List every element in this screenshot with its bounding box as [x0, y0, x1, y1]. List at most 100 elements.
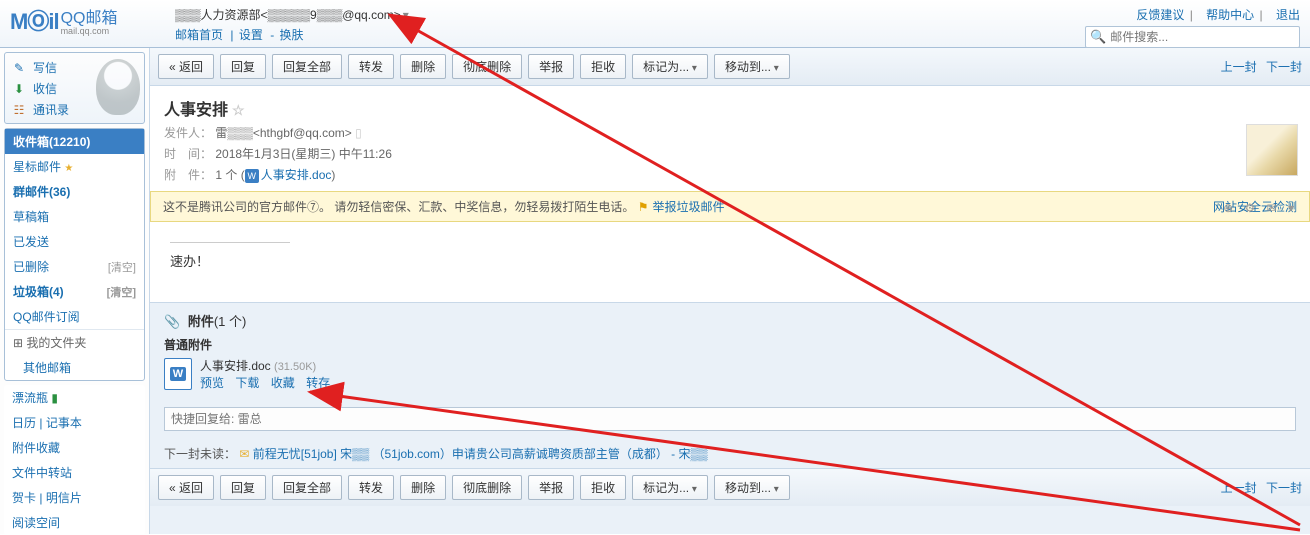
- next-unread-subject[interactable]: 前程无忧[51job] 宋▒▒ （51job.com）申请贵公司高薪诚聘资质部主…: [253, 447, 708, 461]
- extra-calendar-notes[interactable]: 日历 | 记事本: [4, 410, 145, 435]
- warning-bar: 这不是腾讯公司的官方邮件⑦。 请勿轻信密保、汇款、中奖信息，勿轻易拨打陌生电话。…: [150, 191, 1310, 222]
- nav-skin[interactable]: 换肤: [280, 28, 304, 42]
- folder-group[interactable]: 群邮件(36): [5, 179, 144, 204]
- attachment-section: 📎 附件(1 个) 普通附件 W 人事安排.doc (31.50K) 预览 下载…: [150, 302, 1310, 399]
- search-box[interactable]: 🔍: [1085, 26, 1300, 48]
- sidebar: ✎ 写信 ⬇ 收信 ☷ 通讯录 收件箱(12210) 星标邮件 ★ 群邮件(36…: [0, 48, 150, 534]
- star-icon: ★: [64, 163, 73, 174]
- contacts-icon: ☷: [11, 102, 27, 118]
- delete-button-bottom[interactable]: 删除: [400, 475, 446, 500]
- extra-read-space[interactable]: 阅读空间: [4, 510, 145, 535]
- extra-drift[interactable]: 漂流瓶 ▮: [4, 385, 145, 410]
- move-dropdown[interactable]: 移动到...: [714, 54, 790, 79]
- bottle-icon: ▮: [51, 391, 58, 405]
- mail-subject: 人事安排☆: [164, 96, 1296, 120]
- nav-settings[interactable]: 设置: [239, 28, 263, 42]
- back-button-bottom[interactable]: « 返回: [158, 475, 214, 500]
- mail-body: 速办！: [150, 222, 1310, 302]
- logo-domain: mail.qq.com: [61, 26, 118, 36]
- attachment-subtitle: 普通附件: [164, 336, 1296, 353]
- chevron-down-icon: ▾: [403, 8, 409, 22]
- delete-perm-button[interactable]: 彻底删除: [452, 54, 522, 79]
- reply-all-button-bottom[interactable]: 回复全部: [272, 475, 342, 500]
- attachment-file: W 人事安排.doc (31.50K) 预览 下载 收藏 转存: [164, 357, 1296, 391]
- nav-home[interactable]: 邮箱首页: [175, 28, 223, 42]
- extra-attach-fav[interactable]: 附件收藏: [4, 435, 145, 460]
- header-nav: 邮箱首页 | 设置 - 换肤: [175, 26, 306, 43]
- folder-deleted[interactable]: 已删除[清空]: [5, 254, 144, 279]
- forward-button[interactable]: 转发: [348, 54, 394, 79]
- move-dropdown-bottom[interactable]: 移动到...: [714, 475, 790, 500]
- extra-file-transfer[interactable]: 文件中转站: [4, 460, 145, 485]
- next-unread-hint[interactable]: 下一封未读： ✉ 前程无忧[51job] 宋▒▒ （51job.com）申请贵公…: [150, 439, 1310, 468]
- clear-deleted[interactable]: [清空]: [108, 259, 136, 275]
- mail-tools[interactable]: ⊕ ⚙ ✉ ▾: [1223, 201, 1298, 215]
- folder-inbox[interactable]: 收件箱(12210): [5, 129, 144, 154]
- star-toggle[interactable]: ☆: [232, 102, 245, 118]
- clear-trash[interactable]: [清空]: [107, 284, 136, 300]
- header-right-links: 反馈建议 | 帮助中心 | 退出: [1128, 6, 1300, 23]
- next-mail-bottom[interactable]: 下一封: [1266, 481, 1302, 495]
- mark-dropdown[interactable]: 标记为...: [632, 54, 708, 79]
- mail-content: « 返回 回复 回复全部 转发 删除 彻底删除 举报 拒收 标记为... 移动到…: [150, 48, 1310, 534]
- attach-favorite[interactable]: 收藏: [271, 376, 295, 390]
- reject-button-bottom[interactable]: 拒收: [580, 475, 626, 500]
- back-button[interactable]: « 返回: [158, 54, 214, 79]
- mail-sender: 雷▒▒▒<hthgbf@qq.com>: [215, 126, 351, 140]
- reply-button[interactable]: 回复: [220, 54, 266, 79]
- inline-attachment-link[interactable]: 人事安排.doc: [261, 168, 332, 182]
- delete-button[interactable]: 删除: [400, 54, 446, 79]
- word-icon: W: [245, 169, 259, 183]
- delete-perm-button-bottom[interactable]: 彻底删除: [452, 475, 522, 500]
- folder-draft[interactable]: 草稿箱: [5, 204, 144, 229]
- receive-icon: ⬇: [11, 81, 27, 97]
- attach-filesize: (31.50K): [274, 361, 316, 373]
- logo-cn: QQ邮箱: [61, 10, 118, 27]
- logo-mark: MⓄil: [10, 4, 59, 36]
- folder-subscription[interactable]: QQ邮件订阅: [5, 304, 144, 329]
- mail-header: 人事安排☆ 发件人： 雷▒▒▒<hthgbf@qq.com> ▯ 时 间： 20…: [150, 86, 1310, 191]
- search-icon: 🔍: [1090, 29, 1106, 45]
- sidebar-actions: ✎ 写信 ⬇ 收信 ☷ 通讯录: [4, 52, 145, 124]
- mail-time-row: 时 间： 2018年1月3日(星期三) 中午11:26: [164, 145, 1296, 162]
- link-logout[interactable]: 退出: [1276, 8, 1300, 22]
- doc-file-icon: W: [164, 358, 192, 390]
- folder-sent[interactable]: 已发送: [5, 229, 144, 254]
- forward-button-bottom[interactable]: 转发: [348, 475, 394, 500]
- link-help[interactable]: 帮助中心: [1206, 8, 1254, 22]
- reply-all-button[interactable]: 回复全部: [272, 54, 342, 79]
- report-button[interactable]: 举报: [528, 54, 574, 79]
- envelope-icon: ✉: [239, 447, 249, 461]
- folder-trash[interactable]: 垃圾箱(4)[清空]: [5, 279, 144, 304]
- folder-other-mail[interactable]: 其他邮箱: [5, 355, 144, 380]
- attach-transfer[interactable]: 转存: [306, 376, 330, 390]
- reply-button-bottom[interactable]: 回复: [220, 475, 266, 500]
- logo[interactable]: MⓄil QQ邮箱 mail.qq.com: [10, 4, 117, 36]
- link-feedback[interactable]: 反馈建议: [1136, 8, 1184, 22]
- next-mail[interactable]: 下一封: [1266, 60, 1302, 74]
- attach-preview[interactable]: 预览: [200, 376, 224, 390]
- mark-dropdown-bottom[interactable]: 标记为...: [632, 475, 708, 500]
- reject-button[interactable]: 拒收: [580, 54, 626, 79]
- body-separator: [170, 242, 290, 243]
- search-input[interactable]: [1110, 30, 1295, 44]
- sender-avatar[interactable]: [1246, 124, 1298, 176]
- folder-star[interactable]: 星标邮件 ★: [5, 154, 144, 179]
- prev-mail[interactable]: 上一封: [1221, 60, 1257, 74]
- mail-toolbar-bottom: « 返回 回复 回复全部 转发 删除 彻底删除 举报 拒收 标记为... 移动到…: [150, 468, 1310, 506]
- prev-mail-bottom[interactable]: 上一封: [1221, 481, 1257, 495]
- attach-download[interactable]: 下载: [235, 376, 259, 390]
- extra-cards[interactable]: 贺卡 | 明信片: [4, 485, 145, 510]
- sidebar-extras: 漂流瓶 ▮ 日历 | 记事本 附件收藏 文件中转站 贺卡 | 明信片 阅读空间: [4, 385, 145, 535]
- mail-body-text: 速办！: [170, 251, 1290, 270]
- my-files-group[interactable]: ⊞ 我的文件夹: [5, 329, 144, 355]
- attach-filename: 人事安排.doc: [200, 359, 271, 373]
- report-spam-link[interactable]: 举报垃圾邮件: [652, 198, 724, 215]
- mail-sender-row: 发件人： 雷▒▒▒<hthgbf@qq.com> ▯: [164, 124, 1296, 141]
- account-display[interactable]: ▒▒▒人力资源部<▒▒▒▒▒9▒▒▒@qq.com>▾: [175, 6, 409, 23]
- quick-reply-input[interactable]: [164, 407, 1296, 431]
- sender-badge-icon: ▯: [355, 126, 362, 140]
- mail-attach-row: 附 件： 1 个 (W人事安排.doc): [164, 166, 1296, 183]
- folder-list: 收件箱(12210) 星标邮件 ★ 群邮件(36) 草稿箱 已发送 已删除[清空…: [4, 128, 145, 381]
- report-button-bottom[interactable]: 举报: [528, 475, 574, 500]
